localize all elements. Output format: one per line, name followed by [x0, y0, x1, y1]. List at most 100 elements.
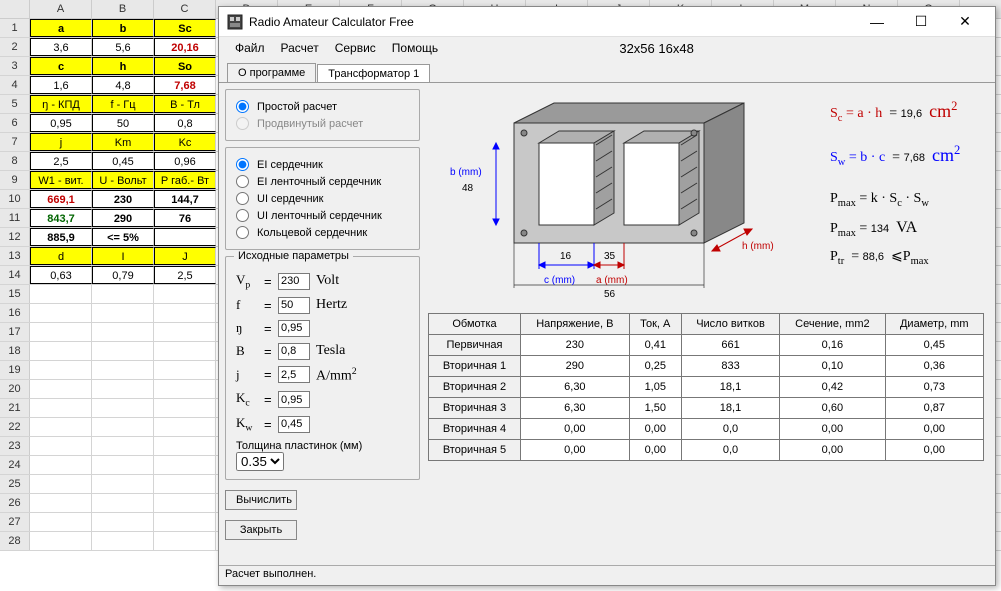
cell[interactable]: 50 [92, 114, 154, 132]
cell[interactable] [154, 399, 216, 417]
radio-core-ei[interactable]: EI сердечник [236, 156, 409, 173]
cell[interactable]: 0,63 [30, 266, 92, 284]
close-button[interactable]: Закрыть [225, 520, 297, 540]
input-eta[interactable] [278, 320, 310, 337]
cell[interactable] [154, 456, 216, 474]
menu-calc[interactable]: Расчет [273, 39, 327, 57]
cell[interactable] [30, 380, 92, 398]
cell[interactable] [92, 304, 154, 322]
radio-core-ring[interactable]: Кольцевой сердечник [236, 224, 409, 241]
cell[interactable]: 20,16 [154, 38, 216, 56]
row-header[interactable]: 20 [0, 380, 30, 398]
cell[interactable] [154, 418, 216, 436]
cell[interactable] [30, 285, 92, 303]
cell[interactable] [92, 494, 154, 512]
row-header[interactable]: 4 [0, 76, 30, 94]
row-header[interactable]: 13 [0, 247, 30, 265]
compute-button[interactable]: Вычислить [225, 490, 297, 510]
cell[interactable] [30, 456, 92, 474]
cell[interactable] [154, 494, 216, 512]
cell[interactable] [92, 323, 154, 341]
input-kc[interactable] [278, 391, 310, 408]
cell[interactable]: 290 [92, 209, 154, 227]
cell[interactable] [154, 228, 216, 246]
titlebar[interactable]: Radio Amateur Calculator Free — ☐ ✕ [219, 7, 995, 37]
cell[interactable] [154, 532, 216, 550]
minimize-button[interactable]: — [855, 8, 899, 36]
input-vp[interactable] [278, 273, 310, 290]
tab-transformer[interactable]: Трансформатор 1 [317, 64, 430, 84]
cell[interactable] [92, 532, 154, 550]
cell[interactable] [92, 285, 154, 303]
input-b[interactable] [278, 343, 310, 360]
cell[interactable]: h [92, 57, 154, 75]
cell[interactable]: 5,6 [92, 38, 154, 56]
cell[interactable] [92, 456, 154, 474]
cell[interactable]: W1 - вит. [30, 171, 92, 189]
cell[interactable]: 0,8 [154, 114, 216, 132]
cell[interactable]: U - Вольт [92, 171, 154, 189]
cell[interactable] [30, 342, 92, 360]
cell[interactable] [154, 323, 216, 341]
menu-service[interactable]: Сервис [327, 39, 384, 57]
cell[interactable]: 144,7 [154, 190, 216, 208]
input-j[interactable] [278, 366, 310, 383]
cell[interactable] [92, 342, 154, 360]
cell[interactable] [92, 418, 154, 436]
cell[interactable]: 3,6 [30, 38, 92, 56]
cell[interactable]: 4,8 [92, 76, 154, 94]
cell[interactable] [92, 361, 154, 379]
cell[interactable]: 843,7 [30, 209, 92, 227]
cell[interactable] [92, 513, 154, 531]
row-header[interactable]: 23 [0, 437, 30, 455]
col-header[interactable]: C [154, 0, 216, 18]
cell[interactable] [154, 475, 216, 493]
row-header[interactable]: 16 [0, 304, 30, 322]
cell[interactable]: 2,5 [154, 266, 216, 284]
cell[interactable]: P габ.- Вт [154, 171, 216, 189]
cell[interactable]: d [30, 247, 92, 265]
cell[interactable] [154, 304, 216, 322]
cell[interactable]: <= 5% [92, 228, 154, 246]
cell[interactable] [154, 380, 216, 398]
row-header[interactable]: 27 [0, 513, 30, 531]
col-header[interactable]: A [30, 0, 92, 18]
cell[interactable] [30, 494, 92, 512]
row-header[interactable]: 18 [0, 342, 30, 360]
radio-core-ui-tape[interactable]: UI ленточный сердечник [236, 207, 409, 224]
thickness-select[interactable]: 0.35 [236, 452, 284, 471]
cell[interactable] [154, 437, 216, 455]
tab-about[interactable]: О программе [227, 63, 316, 83]
cell[interactable] [154, 361, 216, 379]
cell[interactable]: B - Тл [154, 95, 216, 113]
row-header[interactable]: 7 [0, 133, 30, 151]
row-header[interactable]: 8 [0, 152, 30, 170]
row-header[interactable]: 28 [0, 532, 30, 550]
col-header[interactable]: B [92, 0, 154, 18]
cell[interactable]: 76 [154, 209, 216, 227]
cell[interactable]: 0,45 [92, 152, 154, 170]
row-header[interactable]: 1 [0, 19, 30, 37]
cell[interactable] [30, 532, 92, 550]
cell[interactable]: j [30, 133, 92, 151]
cell[interactable] [30, 475, 92, 493]
cell[interactable]: I [92, 247, 154, 265]
menu-help[interactable]: Помощь [384, 39, 446, 57]
cell[interactable] [92, 437, 154, 455]
radio-advanced[interactable]: Продвинутый расчет [236, 115, 409, 132]
cell[interactable]: So [154, 57, 216, 75]
cell[interactable] [30, 513, 92, 531]
cell[interactable]: 2,5 [30, 152, 92, 170]
cell[interactable]: 669,1 [30, 190, 92, 208]
cell[interactable]: 7,68 [154, 76, 216, 94]
row-header[interactable]: 10 [0, 190, 30, 208]
cell[interactable]: ŋ - КПД [30, 95, 92, 113]
row-header[interactable]: 2 [0, 38, 30, 56]
row-header[interactable]: 3 [0, 57, 30, 75]
cell[interactable] [30, 399, 92, 417]
row-header[interactable]: 26 [0, 494, 30, 512]
cell[interactable] [30, 323, 92, 341]
cell[interactable] [92, 399, 154, 417]
cell[interactable]: 0,79 [92, 266, 154, 284]
radio-simple[interactable]: Простой расчет [236, 98, 409, 115]
